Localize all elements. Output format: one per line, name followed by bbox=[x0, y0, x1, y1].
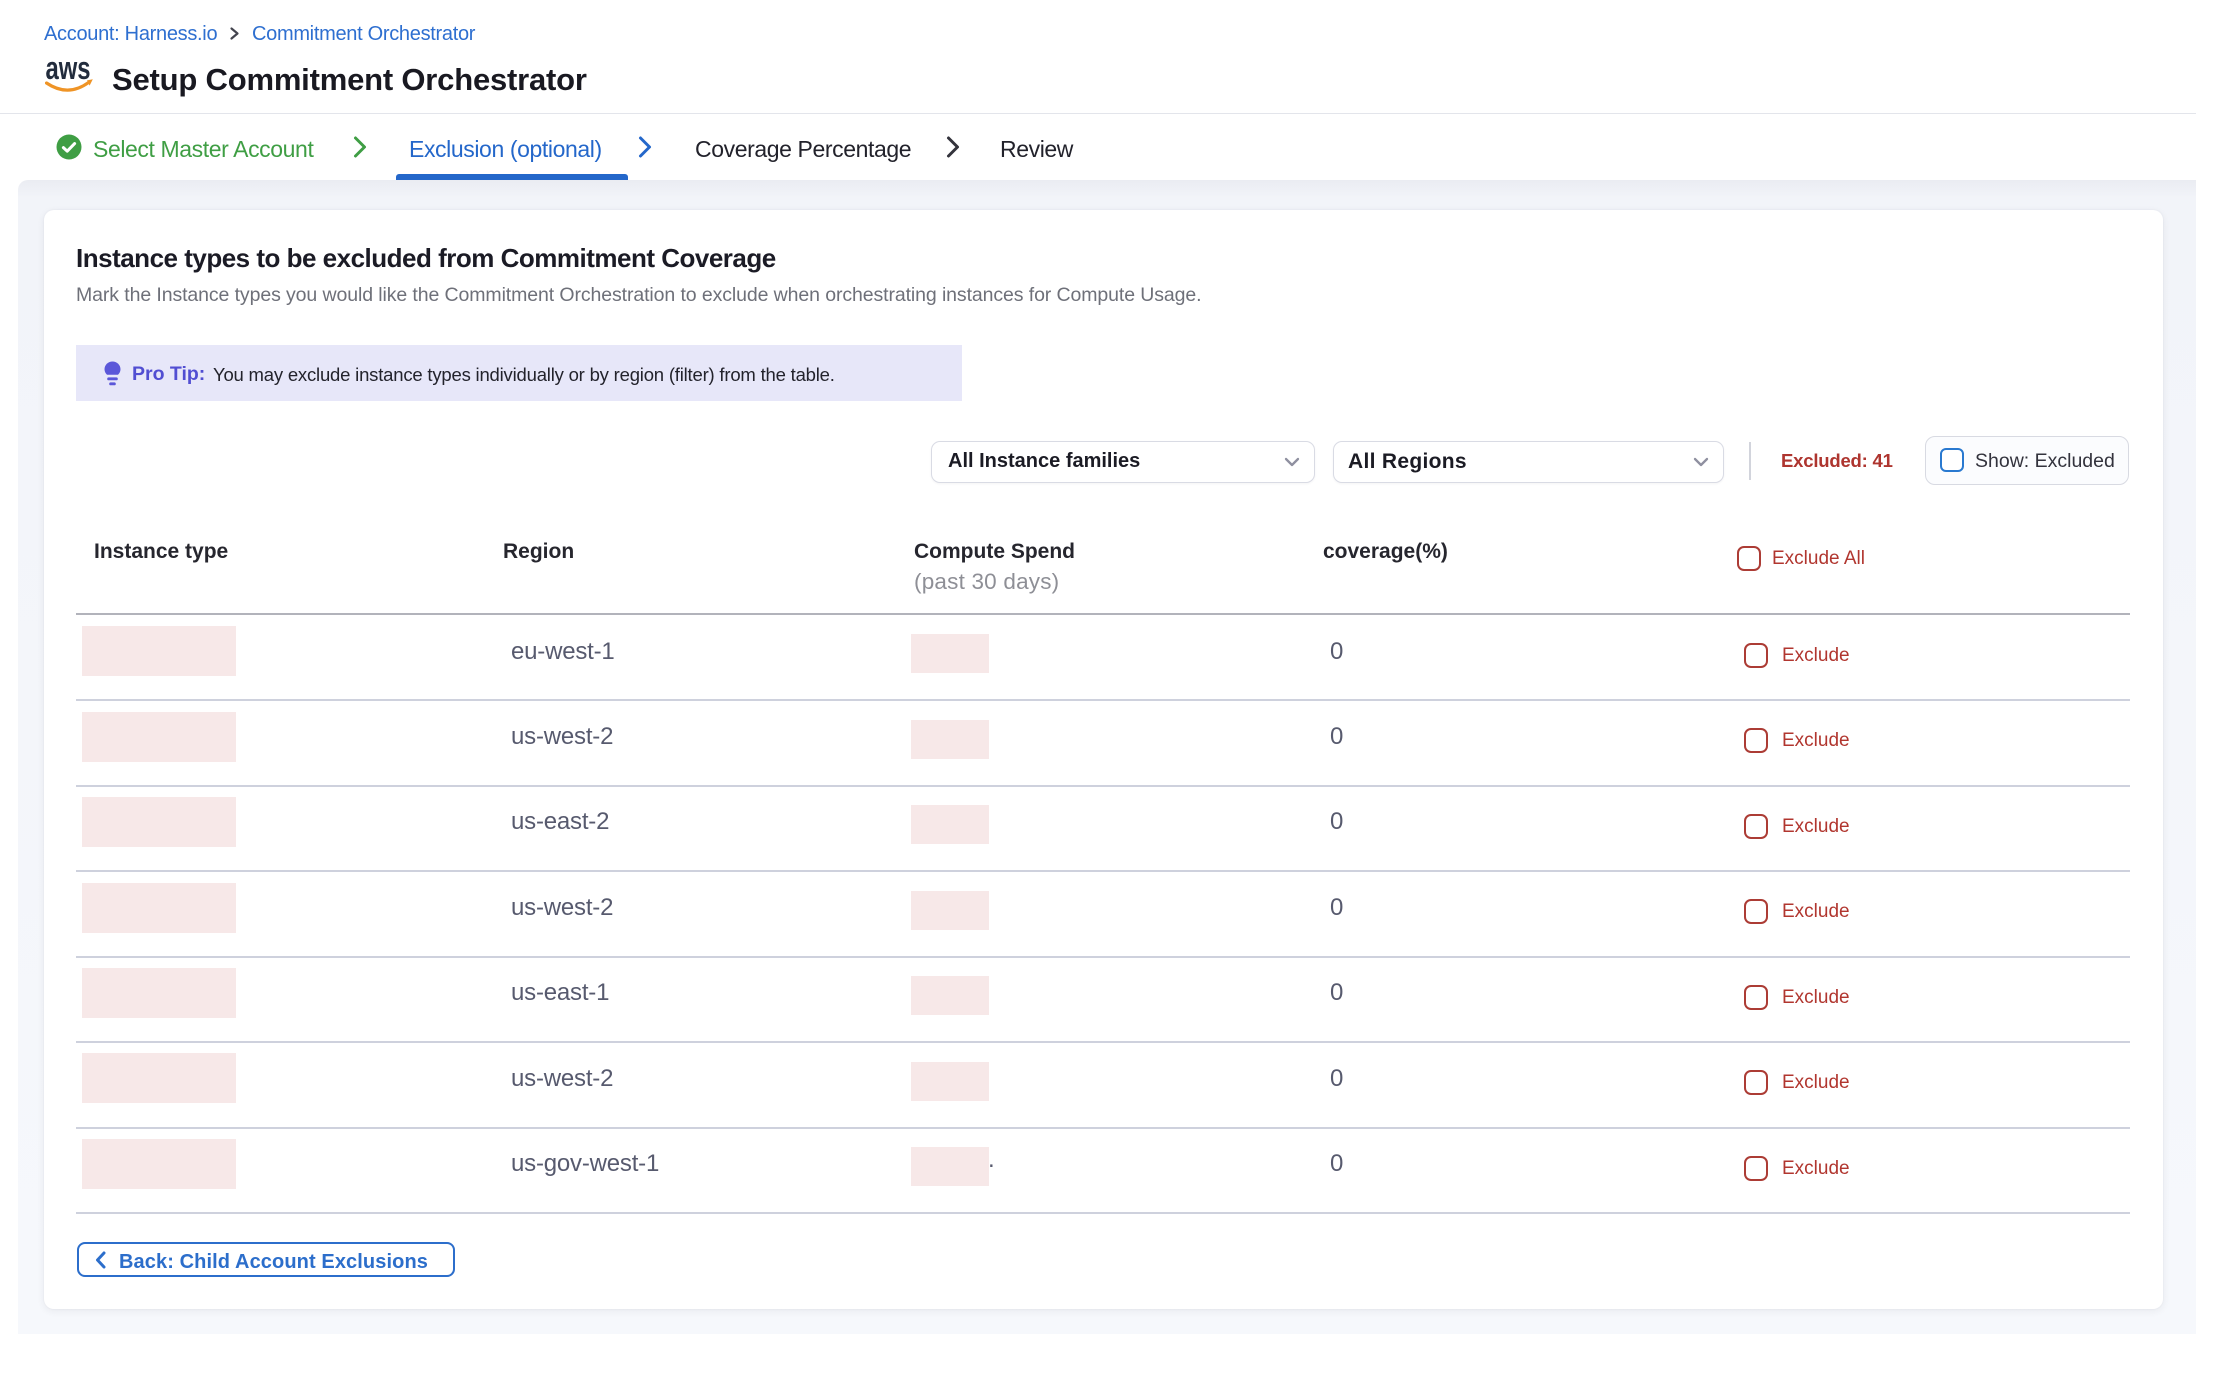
svg-text:aws: aws bbox=[46, 60, 91, 86]
